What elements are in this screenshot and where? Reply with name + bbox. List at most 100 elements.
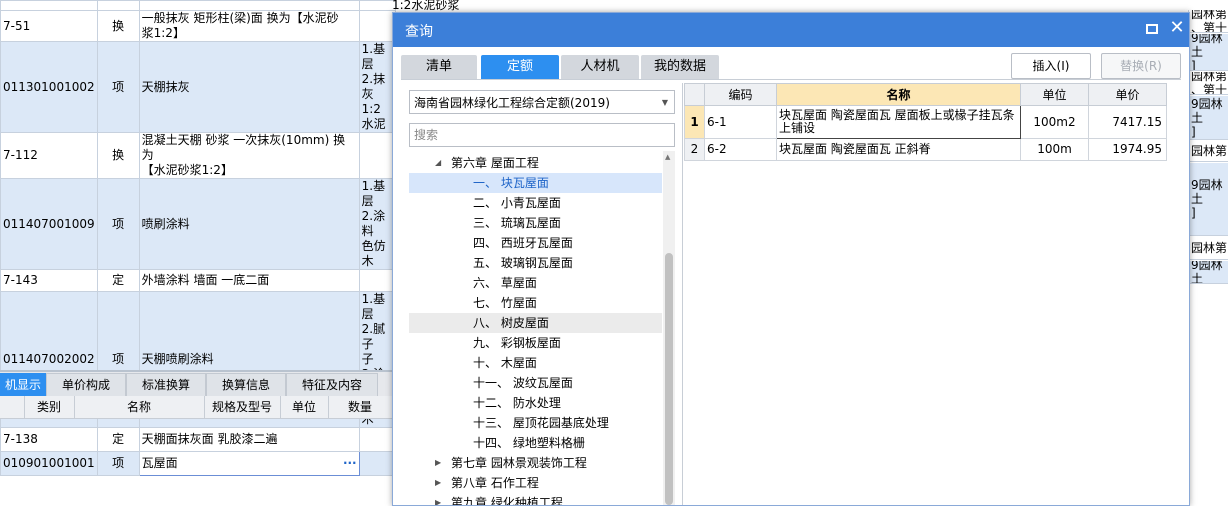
tab-quota[interactable]: 定额 [481,55,559,79]
pane-separator[interactable] [682,83,683,505]
tab-labor-material[interactable]: 人材机 [561,55,639,79]
tree-node-label: 一、 块瓦屋面 [473,176,549,190]
bottom-tab[interactable]: 换算信息 [206,373,286,397]
result-cell-idx: 2 [684,138,705,161]
cell-name-text: 混凝土天棚 砂浆 一次抹灰(10mm) 换为 【水泥砂浆1:2】 [141,133,346,178]
tree-node-label: 十一、 波纹瓦屋面 [473,376,573,390]
query-dialog: 查询 ✕ 清单 定额 人材机 我的数据 插入(I) 替换(R) 海南省园林绿化工… [392,12,1190,506]
cell-type: 定 [96,269,140,292]
cell-type-text: 项 [112,216,125,231]
tree-node[interactable]: 十一、 波纹瓦屋面 [409,373,662,393]
tree-node[interactable]: 六、 草屋面 [409,273,662,293]
cell-name: 天棚抹灰 [138,41,360,133]
table-cell [0,0,98,11]
tree-node[interactable]: 十、 木屋面 [409,353,662,373]
tree-node-label: 二、 小青瓦屋面 [473,196,561,210]
bottom-tab[interactable]: 机显示 [0,373,46,397]
tree-node[interactable]: 三、 琉璃瓦屋面 [409,213,662,233]
tree-node[interactable]: ◢ 第六章 屋面工程 [409,153,662,173]
table-row[interactable]: 7-138 定 天棚面抹灰面 乳胶漆二遍 [0,427,396,452]
result-column-header[interactable]: 名称 [776,83,1021,106]
cell-name-text: 一般抹灰 矩形柱(梁)面 换为【水泥砂 浆1:2】 [141,11,339,41]
table-row[interactable]: 7-143 定 外墙涂料 墙面 一底二面 [0,269,396,292]
cell-name-text: 天棚喷刷涂料 [141,352,214,366]
cell-type-text: 项 [112,352,125,366]
cell-code-text: 011301001002 [3,79,95,94]
more-icon[interactable]: ··· [343,456,357,471]
cell-name: 混凝土天棚 砂浆 一次抹灰(10mm) 换为 【水泥砂浆1:2】 [138,132,360,179]
result-cell-price: 1974.95 [1088,138,1167,161]
tree-node-label: 第八章 石作工程 [451,476,539,490]
tree-node[interactable]: 十四、 绿地塑料格栅 [409,433,662,453]
result-cell-unit: 100m [1020,138,1089,161]
cell-code-text: 011407001009 [3,216,95,231]
column-header: 单位 [280,396,329,418]
replace-button[interactable]: 替换(R) [1101,53,1181,79]
result-column-header[interactable]: 编码 [704,83,777,106]
result-cell-price: 7417.15 [1088,105,1167,139]
expand-icon[interactable]: ▶ [435,453,441,473]
tree-node[interactable]: ▶ 第七章 园林景观装饰工程 [409,453,662,473]
tree-node[interactable]: 二、 小青瓦屋面 [409,193,662,213]
library-select[interactable]: 海南省园林绿化工程综合定额(2019) ▼ [409,90,675,114]
result-cell-unit: 100m2 [1020,105,1089,139]
tree-node[interactable]: 一、 块瓦屋面 [409,173,662,193]
expand-icon[interactable]: ▶ [435,473,441,493]
tree-node[interactable]: 十二、 防水处理 [409,393,662,413]
result-row[interactable]: 2 6-2 块瓦屋面 陶瓷屋面瓦 正斜脊 100m 1974.95 [684,138,1167,161]
bottom-tab[interactable]: 特征及内容 [286,373,378,397]
right-empty-area [1188,350,1228,504]
tree-node[interactable]: ▶ 第八章 石作工程 [409,473,662,493]
cell-code: 7-138 [0,427,98,452]
table-row[interactable]: 011407001009 项 喷刷涂料 1.基层 2.涂料 色仿木 [0,178,396,270]
column-header: 名称 [74,396,205,418]
result-column-header[interactable]: 单价 [1088,83,1167,106]
scroll-up-icon[interactable]: ▲ [665,153,670,161]
cell-type-text: 项 [112,79,125,94]
cell-name-text: 天棚抹灰 [141,79,190,94]
maximize-icon[interactable] [1145,22,1159,36]
cell-name-text: 瓦屋面 [141,456,178,470]
column-header [0,396,25,418]
column-header: 数量 [328,396,393,418]
tree-node[interactable]: 七、 竹屋面 [409,293,662,313]
cell-code-text: 011407002002 [3,352,95,366]
tree-node-label: 七、 竹屋面 [473,296,537,310]
right-cell: 园林第 [1188,141,1228,162]
expand-icon[interactable]: ▶ [435,493,441,505]
tree-scrollbar-thumb[interactable] [665,253,673,505]
cell-name-text: 天棚面抹灰面 乳胶漆二遍 [141,432,278,446]
insert-button[interactable]: 插入(I) [1011,53,1091,79]
cell-name-text: 喷刷涂料 [141,216,190,231]
cell-type-text: 项 [112,456,125,470]
cell-code: 7-51 [0,10,98,42]
right-cell: 9园林土 [1188,261,1228,284]
cell-name: ··· 瓦屋面 [138,451,360,476]
collapse-icon[interactable]: ◢ [435,153,441,173]
tab-divider [401,79,1181,80]
bottom-tab[interactable]: 单价构成 [46,373,126,397]
tree-node[interactable]: ▶ 第九章 绿化种植工程 [409,493,662,505]
table-cell [358,0,396,11]
tree-node[interactable]: 五、 玻璃钢瓦屋面 [409,253,662,273]
column-header: 类别 [24,396,75,418]
bottom-tab[interactable]: 标准换算 [126,373,206,397]
table-row[interactable]: 7-112 换 混凝土天棚 砂浆 一次抹灰(10mm) 换为 【水泥砂浆1:2】 [0,132,396,179]
result-row[interactable]: 1 6-1 块瓦屋面 陶瓷屋面瓦 屋面板上或椽子挂瓦条上铺设 100m2 7417.15 [684,105,1167,139]
tree-node[interactable]: 十三、 屋顶花园基底处理 [409,413,662,433]
tree-node-label: 十二、 防水处理 [473,396,561,410]
table-row[interactable]: 010901001001 项 ··· 瓦屋面 [0,451,396,476]
tree-node[interactable]: 八、 树皮屋面 [409,313,662,333]
cell-code: 011407001009 [0,178,98,270]
table-row[interactable]: 7-51 换 一般抹灰 矩形柱(梁)面 换为【水泥砂 浆1:2】 [0,10,396,42]
table-row[interactable]: 011301001002 项 天棚抹灰 1.基层 2.抹灰 1:2水泥 [0,41,396,133]
tab-my-data[interactable]: 我的数据 [641,55,719,79]
tree-node[interactable]: 九、 彩钢板屋面 [409,333,662,353]
result-cell-code: 6-2 [704,138,777,161]
cell-type-text: 换 [112,18,125,33]
search-input[interactable] [409,123,675,147]
result-column-header[interactable]: 单位 [1020,83,1089,106]
tab-bill[interactable]: 清单 [401,55,477,79]
close-icon[interactable]: ✕ [1169,19,1185,37]
tree-node[interactable]: 四、 西班牙瓦屋面 [409,233,662,253]
